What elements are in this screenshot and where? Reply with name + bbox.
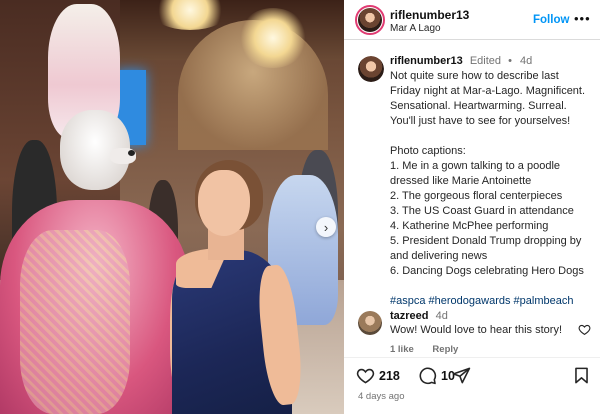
caption-line: Not quite sure how to describe last bbox=[390, 70, 559, 82]
comment-meta: 1 like Reply bbox=[390, 344, 474, 355]
share-action[interactable] bbox=[452, 366, 471, 385]
caption-line: 1. Me in a gown talking to a poodle bbox=[390, 160, 561, 172]
caption-line: Friday night at Mar-a-Lago. Magnificent. bbox=[390, 85, 586, 97]
caption-line: Sensational. Heartwarming. Surreal. bbox=[390, 100, 567, 112]
author-username[interactable]: riflenumber13 bbox=[390, 8, 469, 22]
heart-icon[interactable] bbox=[578, 323, 591, 336]
post-sidebar: riflenumber13 Mar A Lago Follow ••• rifl… bbox=[344, 0, 600, 414]
avatar[interactable] bbox=[358, 56, 384, 82]
comment-text: Wow! Would love to hear this story! bbox=[390, 324, 562, 336]
chevron-right-icon: › bbox=[323, 219, 329, 235]
caption-username[interactable]: riflenumber13 bbox=[390, 55, 463, 67]
heart-icon[interactable] bbox=[356, 366, 375, 385]
post-age[interactable]: 4 days ago bbox=[358, 391, 404, 402]
caption-line: 4. Katherine McPhee performing bbox=[390, 220, 549, 232]
avatar-image bbox=[358, 8, 382, 32]
follow-button[interactable]: Follow bbox=[533, 14, 569, 26]
caption-line: 2. The gorgeous floral centerpieces bbox=[390, 190, 563, 202]
comment-icon[interactable] bbox=[418, 366, 437, 385]
comment-header: tazreed 4d bbox=[390, 310, 448, 322]
caption-line bbox=[390, 279, 595, 294]
caption-time[interactable]: 4d bbox=[520, 55, 532, 67]
chandelier bbox=[238, 8, 308, 68]
caption-line bbox=[390, 129, 595, 144]
comment-action[interactable]: 10 bbox=[418, 366, 455, 385]
more-icon[interactable]: ••• bbox=[574, 11, 591, 26]
poodle-nose bbox=[128, 150, 135, 156]
like-count[interactable]: 218 bbox=[379, 369, 400, 383]
comment-time[interactable]: 4d bbox=[436, 310, 448, 322]
carousel-next-button[interactable]: › bbox=[316, 217, 336, 237]
post-location[interactable]: Mar A Lago bbox=[390, 23, 441, 34]
caption-line: Photo captions: bbox=[390, 145, 466, 157]
caption-header: riflenumber13 Edited • 4d bbox=[390, 55, 532, 67]
avatar-image bbox=[358, 56, 384, 82]
woman-face bbox=[198, 170, 250, 236]
avatar[interactable] bbox=[358, 311, 382, 335]
avatar-image bbox=[358, 311, 382, 335]
separator-dot: • bbox=[508, 55, 512, 67]
avatar[interactable] bbox=[355, 5, 385, 35]
caption-line: dressed like Marie Antoinette bbox=[390, 175, 532, 187]
reply-button[interactable]: Reply bbox=[432, 344, 458, 355]
caption-line: and delivering news bbox=[390, 250, 488, 262]
hashtags[interactable]: #aspca #herodogawards #palmbeach bbox=[390, 294, 595, 309]
comment-likes[interactable]: 1 like bbox=[390, 344, 414, 355]
caption-line: 6. Dancing Dogs celebrating Hero Dogs bbox=[390, 265, 584, 277]
post-photo[interactable]: › bbox=[0, 0, 344, 414]
save-action[interactable] bbox=[572, 366, 591, 385]
post-header: riflenumber13 Mar A Lago Follow ••• bbox=[344, 0, 600, 40]
caption-text: Not quite sure how to describe last Frid… bbox=[390, 69, 595, 309]
caption-line: 5. President Donald Trump dropping by bbox=[390, 235, 582, 247]
action-bar: 218 10 4 days ago bbox=[344, 357, 600, 414]
edited-label: Edited bbox=[469, 55, 502, 67]
bookmark-icon[interactable] bbox=[572, 366, 591, 385]
comment-username[interactable]: tazreed bbox=[390, 310, 429, 322]
like-action[interactable]: 218 bbox=[356, 366, 400, 385]
caption-line: 3. The US Coast Guard in attendance bbox=[390, 205, 574, 217]
caption-line: You'll just have to see for yourselves! bbox=[390, 115, 571, 127]
gown-lace bbox=[20, 230, 130, 414]
share-icon[interactable] bbox=[452, 366, 471, 385]
